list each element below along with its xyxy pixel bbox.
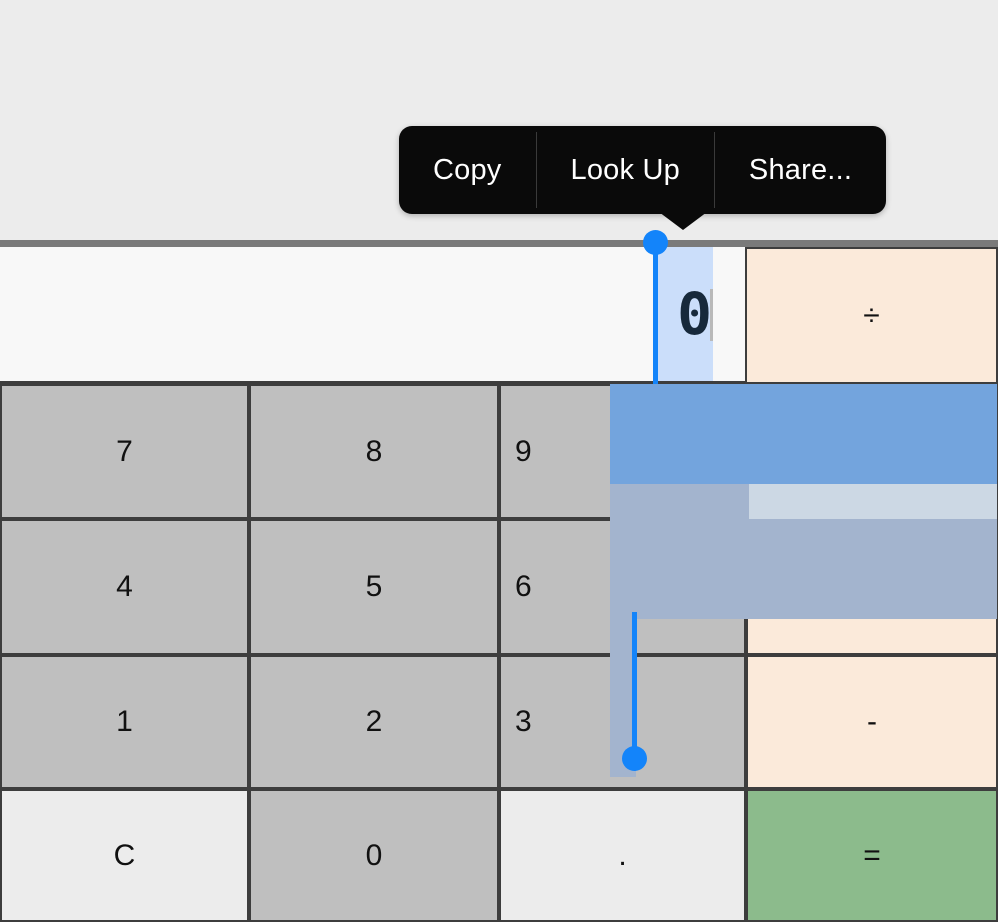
calculator-keypad: 7 8 9 x 4 5 6 + 1 2 3 - C 0 . = xyxy=(0,384,998,922)
key-label: 1 xyxy=(116,705,133,738)
minus-icon: - xyxy=(867,705,877,738)
key-one[interactable]: 1 xyxy=(0,655,249,789)
window-separator xyxy=(0,240,998,247)
context-menu: Copy Look Up Share... xyxy=(399,126,887,214)
key-five[interactable]: 5 xyxy=(249,519,499,655)
key-eight[interactable]: 8 xyxy=(249,384,499,519)
key-label: 5 xyxy=(365,570,383,603)
equals-icon: = xyxy=(863,838,881,872)
menu-item-look-up[interactable]: Look Up xyxy=(537,126,714,214)
selection-end-handle-dot[interactable] xyxy=(622,746,647,771)
plus-icon: + xyxy=(863,570,881,603)
calculator-display[interactable]: 0 xyxy=(0,247,745,384)
key-equals[interactable]: = xyxy=(746,789,998,922)
key-zero[interactable]: 0 xyxy=(249,789,499,922)
key-nine[interactable]: 9 xyxy=(499,384,746,519)
key-label: 9 xyxy=(515,434,532,468)
key-two[interactable]: 2 xyxy=(249,655,499,789)
key-decimal[interactable]: . xyxy=(499,789,746,922)
key-seven[interactable]: 7 xyxy=(0,384,249,519)
key-label: 7 xyxy=(116,434,133,468)
key-multiply[interactable]: x xyxy=(746,384,998,519)
key-label: 3 xyxy=(515,705,532,738)
key-clear[interactable]: C xyxy=(0,789,249,922)
key-label: 8 xyxy=(365,434,383,468)
key-three[interactable]: 3 xyxy=(499,655,746,789)
selection-end-handle-line[interactable] xyxy=(632,612,637,760)
key-divide[interactable]: ÷ xyxy=(745,247,998,384)
key-label: C xyxy=(113,838,136,872)
decimal-point-icon: . xyxy=(618,838,627,872)
calculator-app: 0 ÷ 7 8 9 x 4 5 6 + 1 2 3 - C 0 . = xyxy=(0,247,998,922)
selection-start-handle-dot[interactable] xyxy=(643,230,668,255)
menu-item-share[interactable]: Share... xyxy=(715,126,886,214)
key-six[interactable]: 6 xyxy=(499,519,746,655)
key-label: 0 xyxy=(365,838,383,872)
context-menu-arrow-icon xyxy=(659,212,707,230)
key-label: 4 xyxy=(116,570,133,603)
key-label: 2 xyxy=(365,705,383,738)
menu-item-copy[interactable]: Copy xyxy=(399,126,536,214)
key-label: 6 xyxy=(515,570,532,603)
key-four[interactable]: 4 xyxy=(0,519,249,655)
divide-icon: ÷ xyxy=(863,298,880,332)
selection-start-handle-line[interactable] xyxy=(653,247,658,384)
key-minus[interactable]: - xyxy=(746,655,998,789)
multiply-icon: x xyxy=(864,434,880,468)
key-plus[interactable]: + xyxy=(746,519,998,655)
display-value: 0 xyxy=(677,280,712,348)
